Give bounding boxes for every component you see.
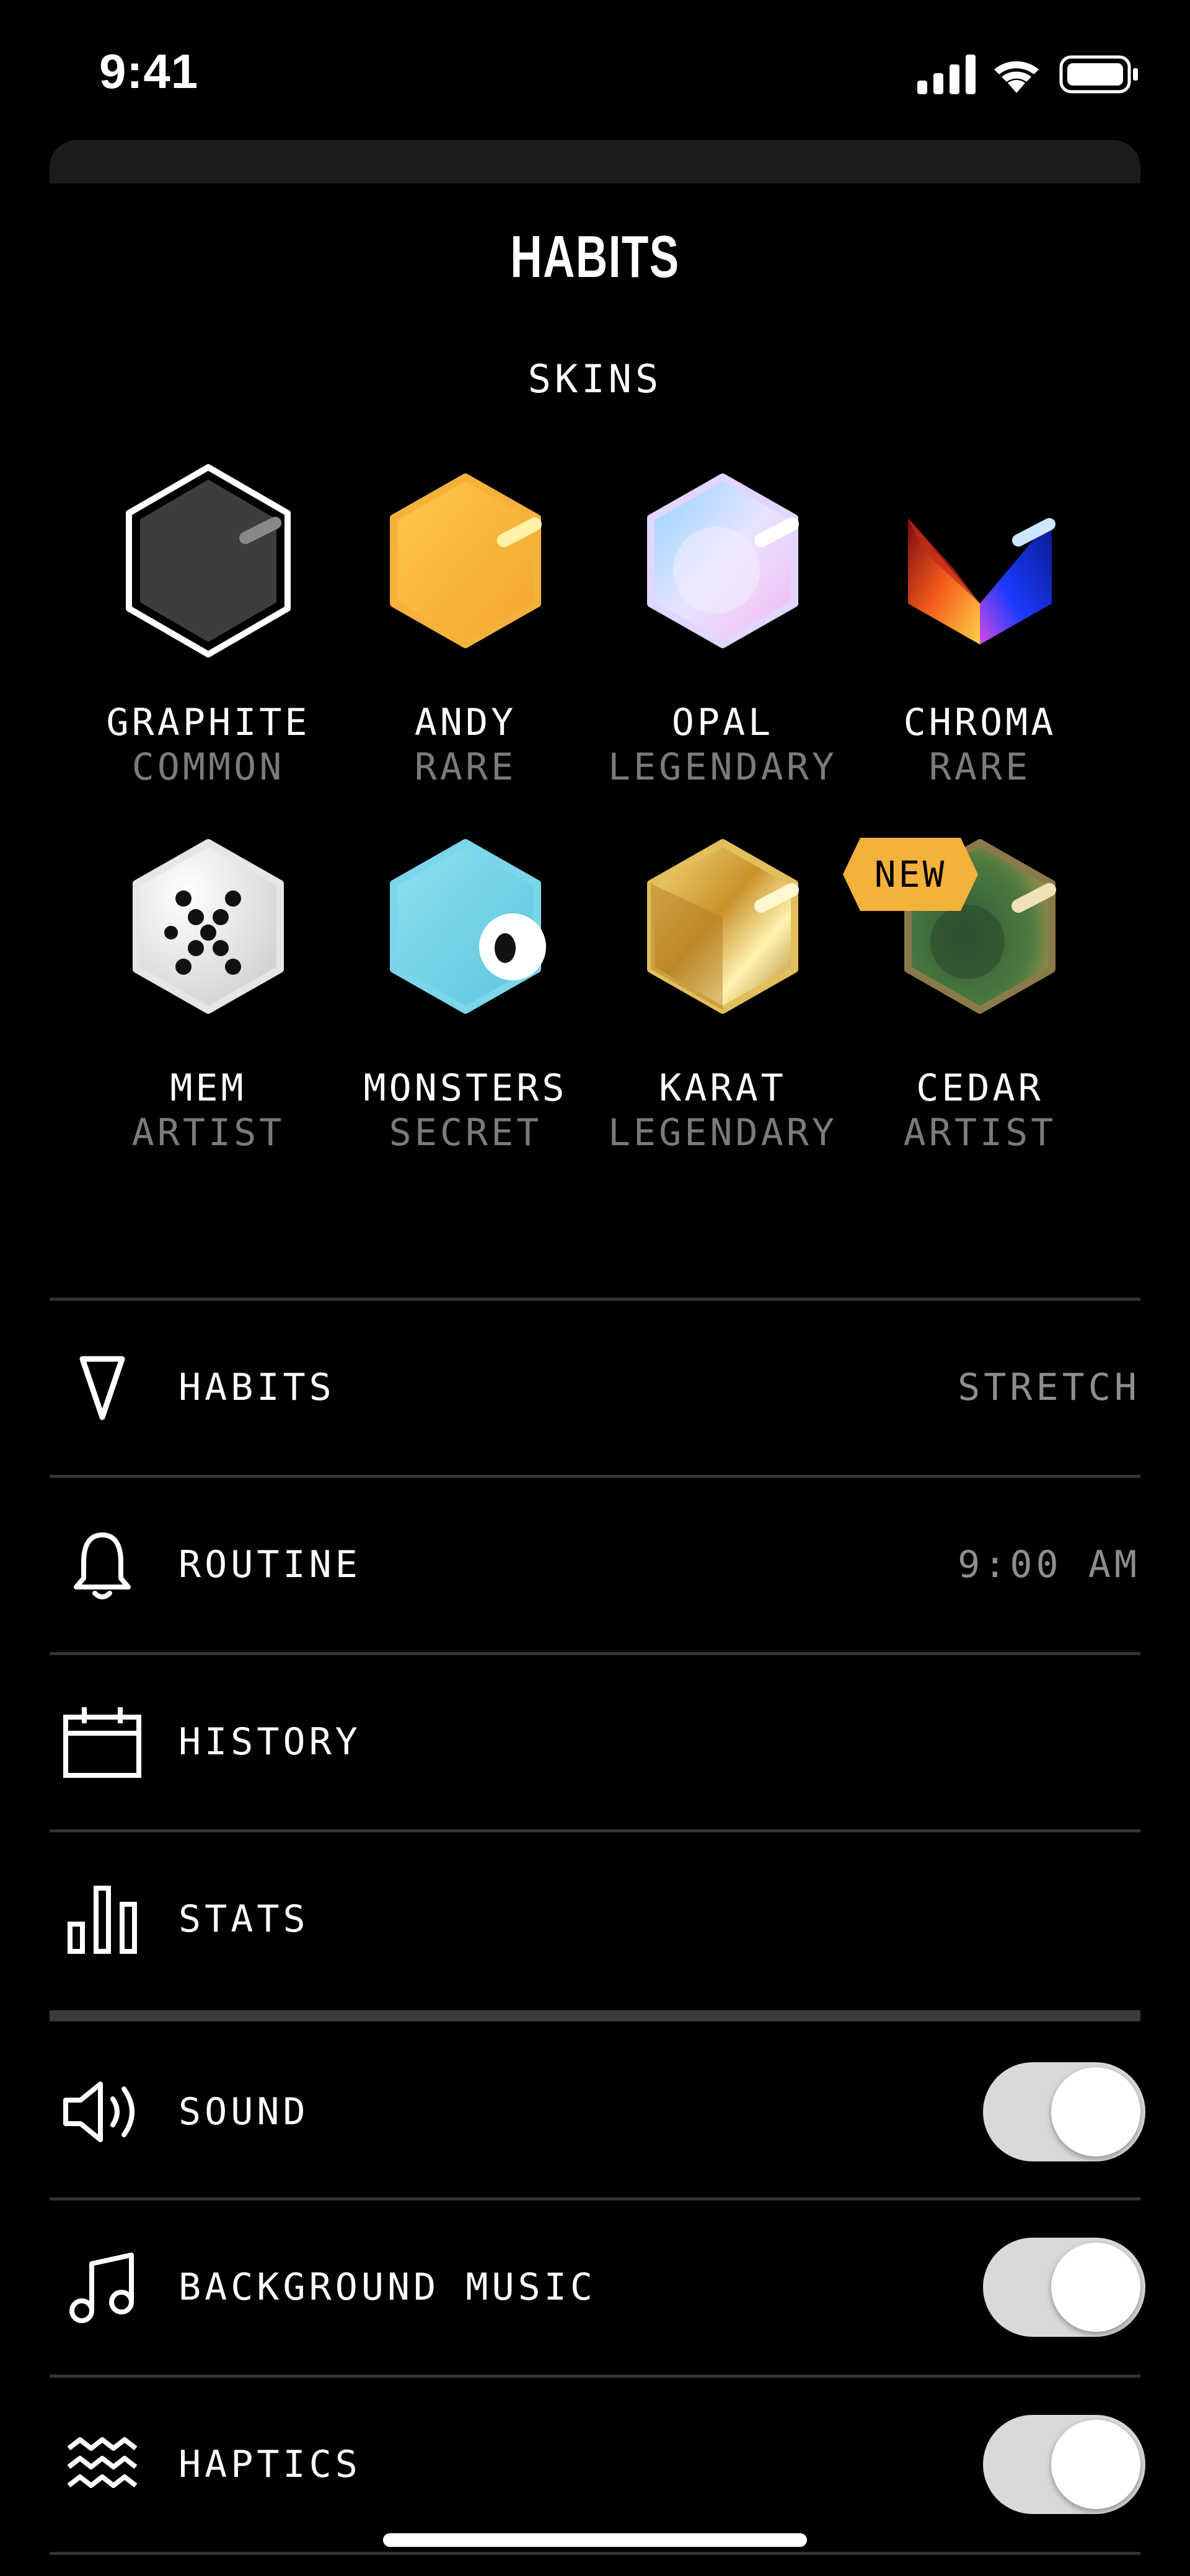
home-indicator[interactable] bbox=[383, 2533, 807, 2547]
karat-hex-icon bbox=[647, 839, 799, 1014]
background-music-toggle[interactable] bbox=[983, 2238, 1145, 2337]
status-icons bbox=[917, 55, 1138, 94]
skin-rarity: ARTIST bbox=[131, 1111, 285, 1154]
graphite-hex-icon bbox=[126, 464, 291, 657]
new-badge-label: NEW bbox=[874, 853, 947, 895]
mem-dice-icon bbox=[133, 839, 284, 1014]
toggle-knob bbox=[1051, 2067, 1140, 2156]
skin-rarity: LEGENDARY bbox=[607, 745, 838, 789]
toggle-knob bbox=[1051, 2243, 1140, 2332]
skin-rarity: SECRET bbox=[389, 1111, 542, 1154]
status-time: 9:41 bbox=[99, 44, 199, 99]
bell-icon bbox=[50, 1478, 155, 1651]
skin-rarity: COMMON bbox=[131, 745, 285, 789]
skin-name: KARAT bbox=[659, 1066, 787, 1110]
sound-toggle[interactable] bbox=[983, 2062, 1145, 2161]
skin-name: GRAPHITE bbox=[106, 701, 311, 744]
menu-row-history[interactable]: HISTORY bbox=[50, 1655, 1140, 1829]
menu-row-label: STATS bbox=[178, 1897, 309, 1941]
skin-name: ANDY bbox=[414, 701, 517, 744]
battery-icon bbox=[1059, 55, 1138, 94]
skin-rarity: RARE bbox=[928, 745, 1031, 789]
skin-name: MONSTERS bbox=[363, 1066, 568, 1110]
skin-graphite[interactable]: GRAPHITE COMMON bbox=[78, 459, 338, 789]
section-title-skins: SKINS bbox=[527, 356, 663, 402]
new-badge: NEW bbox=[842, 837, 979, 912]
toggle-row-sound[interactable]: SOUND bbox=[50, 2025, 1145, 2199]
menu-row-label: HABITS bbox=[178, 1366, 335, 1409]
monsters-hex-icon bbox=[390, 839, 546, 1014]
skin-rarity: ARTIST bbox=[903, 1111, 1057, 1154]
toggle-row-background-music[interactable]: BACKGROUND MUSIC bbox=[50, 2200, 1145, 2374]
skin-karat[interactable]: KARAT LEGENDARY bbox=[593, 824, 853, 1155]
toggle-knob bbox=[1051, 2420, 1140, 2509]
speaker-icon bbox=[50, 2025, 155, 2199]
menu-row-label: ROUTINE bbox=[178, 1543, 361, 1586]
toggle-row-label: HAPTICS bbox=[178, 2443, 361, 2486]
triangle-icon bbox=[50, 1301, 155, 1474]
menu-row-habits[interactable]: HABITS STRETCH bbox=[50, 1301, 1140, 1474]
calendar-icon bbox=[50, 1655, 155, 1829]
skin-rarity: RARE bbox=[414, 745, 517, 789]
wifi-icon bbox=[994, 61, 1039, 93]
waves-icon bbox=[50, 2378, 155, 2551]
skin-chroma[interactable]: CHROMA RARE bbox=[850, 459, 1110, 789]
menu-row-value: STRETCH bbox=[958, 1366, 1140, 1409]
skin-name: CHROMA bbox=[903, 701, 1057, 744]
skin-name: CEDAR bbox=[916, 1066, 1044, 1110]
skin-rarity: LEGENDARY bbox=[607, 1111, 838, 1154]
page-title: HABITS bbox=[510, 224, 680, 290]
cellular-signal-icon bbox=[917, 55, 976, 94]
opal-hex-icon bbox=[647, 473, 799, 648]
skin-opal[interactable]: OPAL LEGENDARY bbox=[593, 459, 853, 789]
bar-chart-icon bbox=[50, 1832, 155, 2006]
music-note-icon bbox=[50, 2200, 155, 2374]
skin-name: OPAL bbox=[671, 701, 774, 744]
skin-andy[interactable]: ANDY RARE bbox=[335, 459, 596, 789]
haptics-toggle[interactable] bbox=[983, 2415, 1145, 2514]
section-divider bbox=[50, 2010, 1140, 2021]
skin-monsters[interactable]: MONSTERS SECRET bbox=[335, 824, 596, 1155]
sheet-grabber[interactable] bbox=[50, 140, 1140, 183]
menu-row-routine[interactable]: ROUTINE 9:00 AM bbox=[50, 1478, 1140, 1651]
skin-mem[interactable]: MEM ARTIST bbox=[78, 824, 338, 1155]
menu-row-label: HISTORY bbox=[178, 1720, 361, 1764]
toggle-row-haptics[interactable]: HAPTICS bbox=[50, 2378, 1145, 2551]
menu-row-value: 9:00 AM bbox=[958, 1543, 1140, 1586]
divider bbox=[50, 2552, 1140, 2555]
chroma-hex-icon bbox=[908, 518, 1056, 644]
menu-row-stats[interactable]: STATS bbox=[50, 1832, 1140, 2006]
toggle-row-label: SOUND bbox=[178, 2090, 309, 2134]
andy-hex-icon bbox=[390, 473, 542, 648]
toggle-row-label: BACKGROUND MUSIC bbox=[178, 2266, 596, 2309]
skin-name: MEM bbox=[170, 1066, 247, 1110]
